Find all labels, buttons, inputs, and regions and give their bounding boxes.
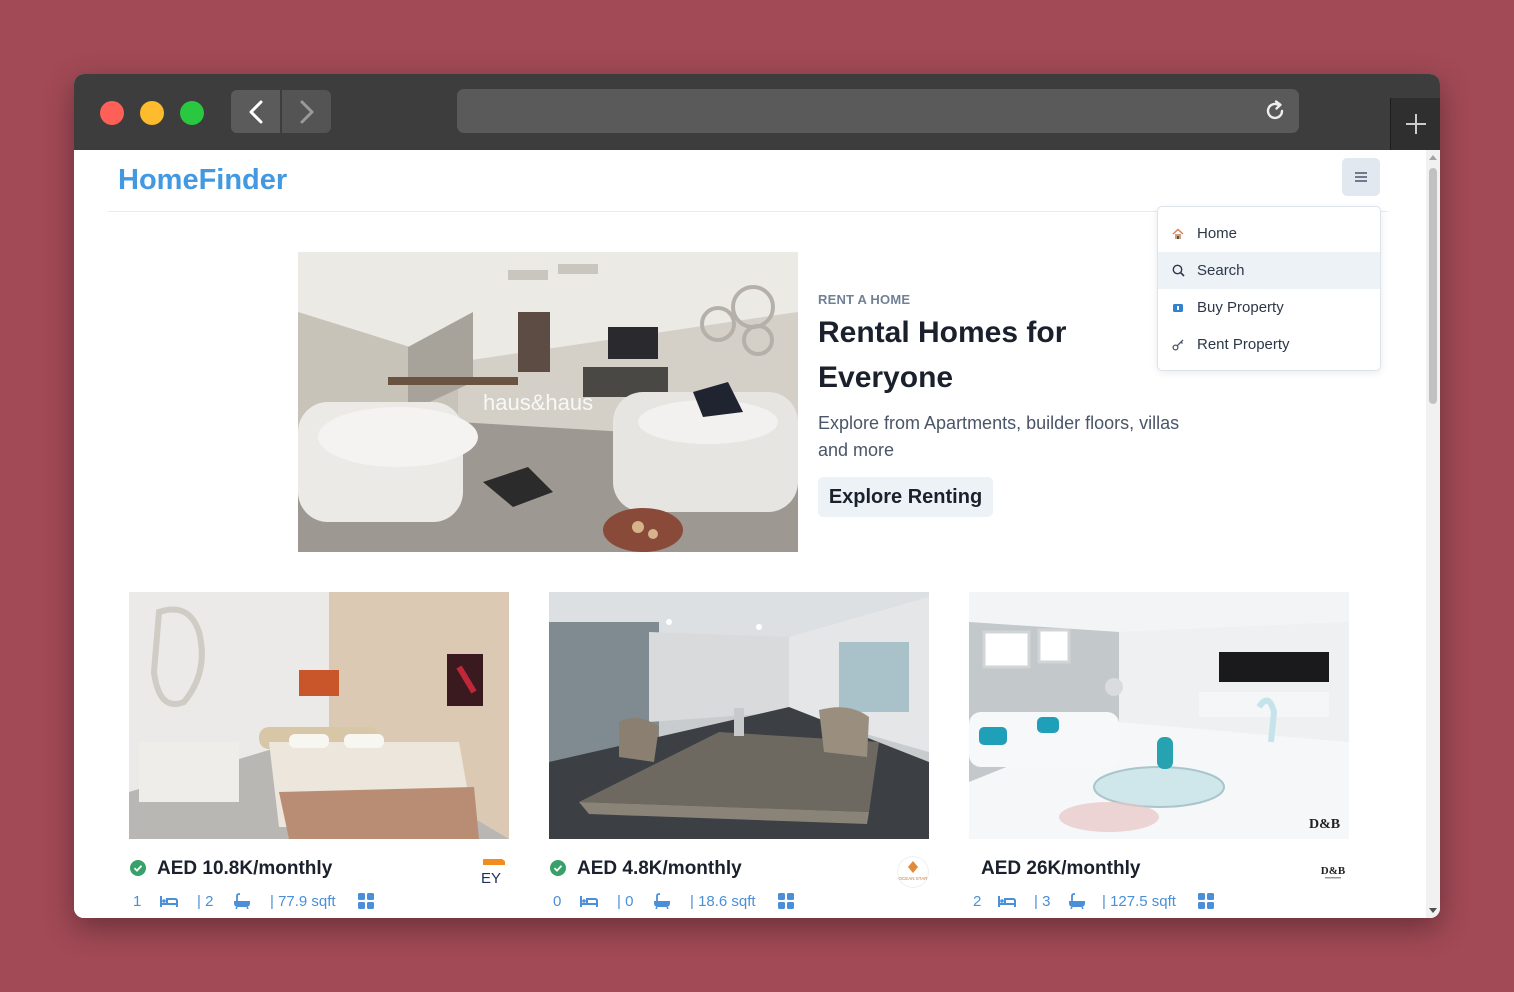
listing-photo-office: [549, 592, 929, 839]
listing-price-row: AED 26K/monthly D&B: [969, 856, 1349, 888]
scroll-up-arrow-icon[interactable]: [1429, 155, 1437, 160]
scroll-down-arrow-icon[interactable]: [1429, 908, 1437, 913]
chevron-right-icon: [300, 100, 313, 123]
scrollbar-thumb[interactable]: [1429, 168, 1437, 404]
listing-photo-apartment: D&B: [969, 592, 1349, 839]
menu-item-label: Buy Property: [1197, 299, 1284, 316]
image-watermark: haus&haus: [483, 390, 593, 415]
nav-dropdown-menu: Home Search Buy Property Rent Property: [1157, 206, 1381, 371]
area-size: | 77.9 sqft: [270, 893, 336, 910]
bath-icon: [1069, 893, 1085, 909]
bed-icon: [998, 896, 1016, 907]
menu-item-rent-property[interactable]: Rent Property: [1158, 326, 1380, 363]
verified-icon: [550, 860, 566, 876]
bathroom-count: | 3: [1034, 893, 1051, 910]
listing-specs: 1 | 2 | 77.9 sqft: [129, 891, 509, 913]
grid-icon: [358, 893, 374, 909]
home-icon: [1171, 227, 1185, 241]
new-tab-button[interactable]: [1390, 98, 1440, 150]
listing-photo-bedroom: [129, 592, 509, 839]
explore-renting-button[interactable]: Explore Renting: [818, 477, 993, 517]
bedroom-count: 1: [133, 893, 142, 910]
bedroom-count: 0: [553, 893, 562, 910]
bath-icon: [654, 893, 670, 909]
listing-specs: 0 | 0 | 18.6 sqft: [549, 891, 929, 913]
agency-logo[interactable]: OCEAN STAR: [897, 856, 929, 888]
listing-price: AED 26K/monthly: [981, 858, 1141, 879]
listing-price: AED 10.8K/monthly: [157, 858, 333, 879]
brand-logo[interactable]: HomeFinder: [118, 164, 287, 197]
menu-item-search[interactable]: Search: [1158, 252, 1380, 289]
svg-text:EY: EY: [481, 870, 501, 887]
address-bar[interactable]: [457, 89, 1299, 133]
forward-button[interactable]: [282, 90, 331, 133]
svg-text:OCEAN STAR: OCEAN STAR: [899, 876, 929, 881]
search-icon: [1171, 264, 1185, 278]
listing-price-row: AED 10.8K/monthly EY: [129, 856, 509, 888]
listing-specs: 2 | 3 | 127.5 sqft: [969, 891, 1349, 913]
hero-living-room-image: haus&haus: [298, 252, 798, 552]
hamburger-icon: [1355, 172, 1367, 182]
listing-card[interactable]: AED 4.8K/monthly OCEAN STAR 0 | 0 | 18.6…: [549, 592, 929, 918]
menu-item-label: Search: [1197, 262, 1245, 279]
bed-icon: [580, 896, 598, 907]
area-size: | 127.5 sqft: [1102, 893, 1176, 910]
chevron-left-icon: [249, 100, 262, 123]
listing-price: AED 4.8K/monthly: [577, 858, 742, 879]
bathroom-count: | 2: [197, 893, 214, 910]
bath-icon: [234, 893, 250, 909]
page-viewport: HomeFinder Home Search Buy Property Rent…: [74, 150, 1440, 918]
bedroom-count: 2: [973, 893, 982, 910]
bed-icon: [160, 896, 178, 907]
agency-logo[interactable]: D&B: [1317, 856, 1349, 888]
bathroom-count: | 0: [617, 893, 634, 910]
plus-icon: [1406, 114, 1426, 134]
listing-card[interactable]: AED 10.8K/monthly EY 1 | 2 | 77.9 sqft: [129, 592, 509, 918]
menu-item-home[interactable]: Home: [1158, 215, 1380, 252]
reload-icon[interactable]: [1263, 99, 1287, 123]
top-navbar: HomeFinder: [108, 150, 1388, 212]
svg-text:D&B: D&B: [1309, 817, 1340, 832]
listing-card[interactable]: D&B AED 26K/monthly D&B 2 | 3 | 127.5 sq…: [969, 592, 1349, 918]
menu-item-buy-property[interactable]: Buy Property: [1158, 289, 1380, 326]
browser-window: HomeFinder Home Search Buy Property Rent…: [74, 74, 1440, 918]
listing-price-row: AED 4.8K/monthly OCEAN STAR: [549, 856, 929, 888]
minimize-window-button[interactable]: [140, 101, 164, 125]
hero-title: Rental Homes for Everyone: [818, 316, 1067, 394]
vertical-scrollbar[interactable]: [1426, 150, 1440, 918]
menu-item-label: Home: [1197, 225, 1238, 242]
browser-titlebar: [74, 74, 1440, 151]
maximize-window-button[interactable]: [180, 101, 204, 125]
agency-logo[interactable]: EY: [477, 856, 509, 888]
area-size: | 18.6 sqft: [690, 893, 756, 910]
grid-icon: [778, 893, 794, 909]
hero-eyebrow: RENT A HOME: [818, 292, 911, 307]
back-button[interactable]: [231, 90, 280, 133]
hero-description: Explore from Apartments, builder floors,…: [818, 413, 1180, 460]
grid-icon: [1198, 893, 1214, 909]
menu-item-label: Rent Property: [1197, 336, 1290, 353]
menu-toggle-button[interactable]: [1342, 158, 1380, 196]
svg-text:D&B: D&B: [1321, 865, 1346, 877]
verified-icon: [130, 860, 146, 876]
close-window-button[interactable]: [100, 101, 124, 125]
